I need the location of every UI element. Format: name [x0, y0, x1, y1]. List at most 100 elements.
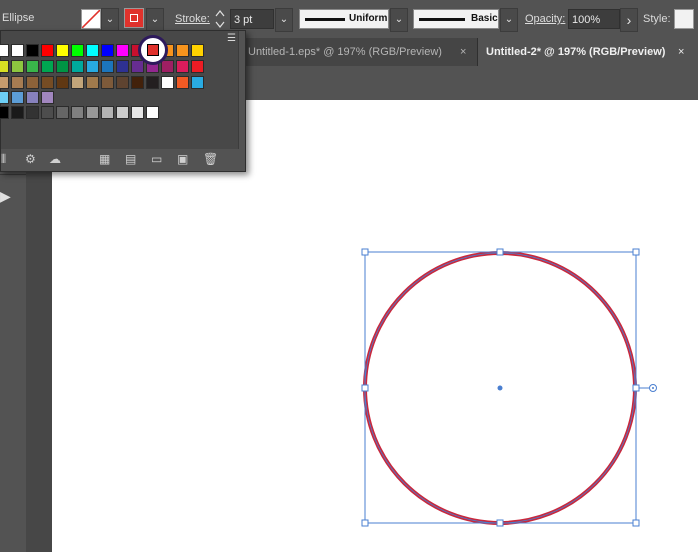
swatch[interactable] — [86, 106, 99, 119]
swatch[interactable] — [41, 106, 54, 119]
show-kind-icon[interactable]: ⚙ — [25, 152, 36, 166]
handle-bottom-left[interactable] — [361, 519, 369, 527]
swatch[interactable] — [176, 44, 189, 57]
tab-untitled-1[interactable]: Untitled-1.eps* @ 197% (RGB/Preview) × — [240, 38, 478, 66]
swatch[interactable] — [71, 106, 84, 119]
swatch[interactable] — [56, 60, 69, 73]
swatch[interactable] — [191, 76, 204, 89]
swatch[interactable] — [41, 44, 54, 57]
stroke-weight-dropdown[interactable]: ⌄ — [275, 8, 293, 32]
swatch[interactable] — [0, 106, 9, 119]
selected-swatch-highlight[interactable] — [138, 35, 168, 65]
swatch-options-icon[interactable]: ▤ — [125, 152, 136, 166]
swatch[interactable] — [26, 91, 39, 104]
stroke-weight-input[interactable]: 3 pt — [230, 9, 274, 29]
handle-right[interactable] — [632, 384, 640, 392]
variable-width-profile[interactable]: Uniform — [299, 9, 389, 29]
close-icon[interactable]: × — [460, 38, 466, 66]
swatch[interactable] — [161, 76, 174, 89]
swatch[interactable] — [131, 76, 144, 89]
swatch[interactable] — [191, 60, 204, 73]
stroke-dropdown-button[interactable]: ⌄ — [146, 8, 164, 32]
graphic-style-swatch[interactable] — [674, 9, 694, 29]
swatch[interactable] — [86, 44, 99, 57]
handle-bottom[interactable] — [496, 519, 504, 527]
swatch[interactable] — [41, 91, 54, 104]
handle-left[interactable] — [361, 384, 369, 392]
profile-dropdown[interactable]: ⌄ — [390, 8, 408, 32]
swatch[interactable] — [86, 60, 99, 73]
swatch[interactable] — [191, 44, 204, 57]
tab-label: Untitled-2* @ 197% (RGB/Preview) — [486, 46, 666, 58]
new-group-folder-icon[interactable]: ▭ — [151, 152, 162, 166]
handle-bottom-right[interactable] — [632, 519, 640, 527]
swatch[interactable] — [0, 44, 9, 57]
cloud-library-icon[interactable]: ☁ — [49, 152, 61, 166]
swatch[interactable] — [71, 76, 84, 89]
swatch[interactable] — [11, 60, 24, 73]
close-icon[interactable]: × — [678, 38, 684, 66]
swatch[interactable] — [26, 44, 39, 57]
stroke-swatch-button[interactable] — [124, 8, 144, 28]
swatch[interactable] — [56, 44, 69, 57]
swatch-library-icon[interactable]: ⫴ — [1, 152, 6, 167]
swatches-footer: ⫴ ⚙ ☁ ▦ ▤ ▭ ▣ 🗑 — [1, 149, 245, 171]
swatch[interactable] — [86, 76, 99, 89]
opacity-input[interactable]: 100% — [568, 9, 620, 29]
swatch[interactable] — [131, 106, 144, 119]
handle-top-left[interactable] — [361, 248, 369, 256]
swatch[interactable] — [131, 60, 144, 73]
swatch-container — [0, 31, 238, 149]
swatch[interactable] — [71, 44, 84, 57]
swatch[interactable] — [0, 76, 9, 89]
swatch[interactable] — [116, 76, 129, 89]
swatch[interactable] — [101, 60, 114, 73]
swatch[interactable] — [116, 106, 129, 119]
swatch[interactable] — [146, 106, 159, 119]
swatch[interactable] — [11, 76, 24, 89]
fill-swatch-button[interactable] — [81, 9, 101, 29]
handle-top-right[interactable] — [632, 248, 640, 256]
swatch[interactable] — [161, 60, 174, 73]
document-header-strip — [240, 66, 698, 101]
tab-untitled-2[interactable]: Untitled-2* @ 197% (RGB/Preview) × — [478, 38, 698, 66]
swatch[interactable] — [41, 60, 54, 73]
opacity-slider-button[interactable]: › — [620, 8, 638, 32]
swatch[interactable] — [26, 106, 39, 119]
tab-label: Untitled-1.eps* @ 197% (RGB/Preview) — [248, 46, 442, 58]
swatch[interactable] — [116, 60, 129, 73]
swatch[interactable] — [176, 60, 189, 73]
swatch[interactable] — [101, 106, 114, 119]
new-swatch-icon[interactable]: ▣ — [177, 152, 188, 166]
handle-top[interactable] — [496, 248, 504, 256]
center-point — [497, 385, 503, 391]
panel-menu-icon[interactable]: ☰ — [227, 33, 236, 44]
chevron-down-icon: ⌄ — [105, 14, 115, 25]
swatch[interactable] — [26, 76, 39, 89]
swatch[interactable] — [11, 91, 24, 104]
trash-icon[interactable]: 🗑 — [203, 152, 218, 166]
swatch[interactable] — [0, 91, 9, 104]
swatch[interactable] — [0, 60, 9, 73]
swatch[interactable] — [71, 60, 84, 73]
swatch[interactable] — [101, 44, 114, 57]
brush-dropdown[interactable]: ⌄ — [500, 8, 518, 32]
swatch-grid — [0, 31, 239, 149]
swatch[interactable] — [56, 76, 69, 89]
swatch[interactable] — [101, 76, 114, 89]
swatch[interactable] — [11, 106, 24, 119]
play-icon[interactable]: ▶ — [0, 188, 20, 206]
swatch[interactable] — [11, 44, 24, 57]
stroke-weight-stepper[interactable] — [213, 7, 227, 31]
swatch[interactable] — [41, 76, 54, 89]
brush-definition[interactable]: Basic — [413, 9, 499, 29]
color-group-icon[interactable]: ▦ — [99, 152, 110, 166]
fill-dropdown-button[interactable]: ⌄ — [101, 8, 119, 32]
swatch[interactable] — [56, 106, 69, 119]
swatch[interactable] — [116, 44, 129, 57]
arrow-right-icon: › — [626, 12, 632, 28]
swatch[interactable] — [26, 60, 39, 73]
swatch[interactable] — [146, 76, 159, 89]
swatch[interactable] — [176, 76, 189, 89]
chevron-down-icon: ⌄ — [279, 14, 289, 25]
